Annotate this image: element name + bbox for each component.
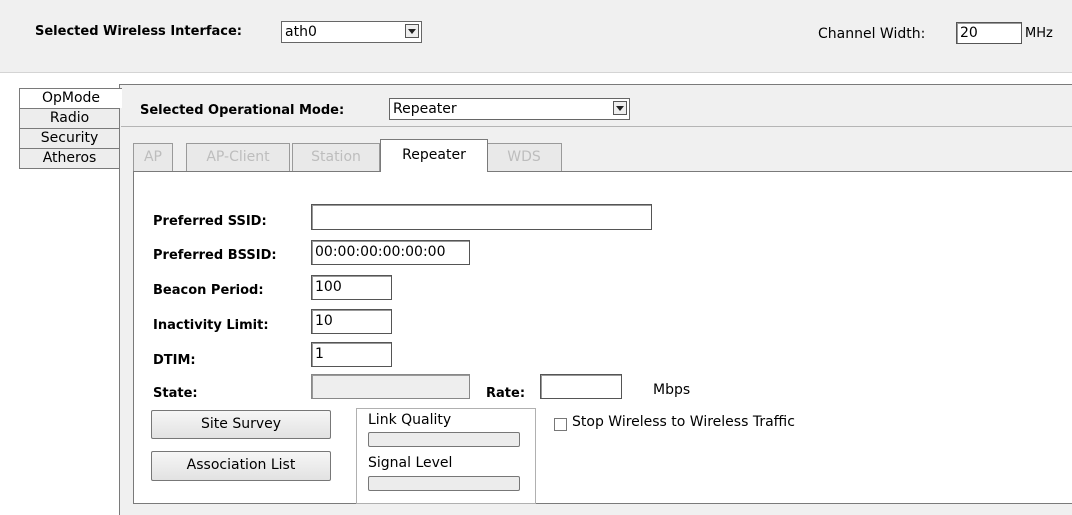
ssid-label: Preferred SSID: (153, 214, 267, 229)
tab-station[interactable]: Station (292, 143, 380, 171)
rate-field[interactable] (540, 374, 622, 399)
opmode-value: Repeater (393, 101, 457, 117)
bssid-label: Preferred BSSID: (153, 248, 277, 263)
inactivity-label: Inactivity Limit: (153, 318, 269, 333)
association-list-button[interactable]: Association List (151, 451, 331, 481)
link-quality-bar (368, 432, 520, 447)
tab-opmode[interactable]: OpMode (19, 88, 122, 108)
tab-security[interactable]: Security (19, 128, 120, 148)
ssid-field[interactable] (311, 204, 652, 230)
stop-traffic-label: Stop Wireless to Wireless Traffic (572, 414, 795, 430)
chevron-down-icon[interactable] (405, 24, 419, 38)
stop-traffic-checkbox[interactable] (554, 418, 567, 431)
header-divider (0, 72, 1072, 73)
link-quality-label: Link Quality (368, 412, 452, 428)
opmode-label: Selected Operational Mode: (140, 103, 345, 118)
inactivity-field[interactable]: 10 (311, 309, 392, 334)
channel-width-label: Channel Width: (818, 26, 926, 42)
channel-width-field[interactable]: 20 (956, 22, 1022, 44)
tab-ap[interactable]: AP (133, 143, 173, 171)
dtim-label: DTIM: (153, 353, 196, 368)
tab-wds[interactable]: WDS (486, 143, 562, 171)
tab-radio[interactable]: Radio (19, 108, 120, 128)
state-label: State: (153, 386, 198, 401)
tab-atheros[interactable]: Atheros (19, 148, 120, 169)
interface-label: Selected Wireless Interface: (35, 24, 243, 39)
rate-label: Rate: (486, 386, 526, 401)
opmode-select[interactable]: Repeater (389, 98, 630, 120)
chevron-down-icon[interactable] (613, 101, 627, 115)
tab-ap-client[interactable]: AP-Client (186, 143, 290, 171)
rate-unit: Mbps (653, 382, 691, 398)
signal-level-label: Signal Level (368, 455, 453, 471)
site-survey-button[interactable]: Site Survey (151, 410, 331, 439)
beacon-label: Beacon Period: (153, 283, 264, 298)
dtim-field[interactable]: 1 (311, 342, 392, 367)
tab-repeater[interactable]: Repeater (380, 139, 488, 172)
bssid-field[interactable]: 00:00:00:00:00:00 (311, 240, 470, 265)
interface-value: ath0 (285, 24, 317, 40)
channel-width-unit: MHz (1025, 26, 1053, 41)
opmode-divider (121, 126, 1072, 127)
interface-select[interactable]: ath0 (281, 21, 422, 43)
signal-level-bar (368, 476, 520, 491)
state-field (311, 374, 470, 399)
beacon-field[interactable]: 100 (311, 275, 392, 300)
